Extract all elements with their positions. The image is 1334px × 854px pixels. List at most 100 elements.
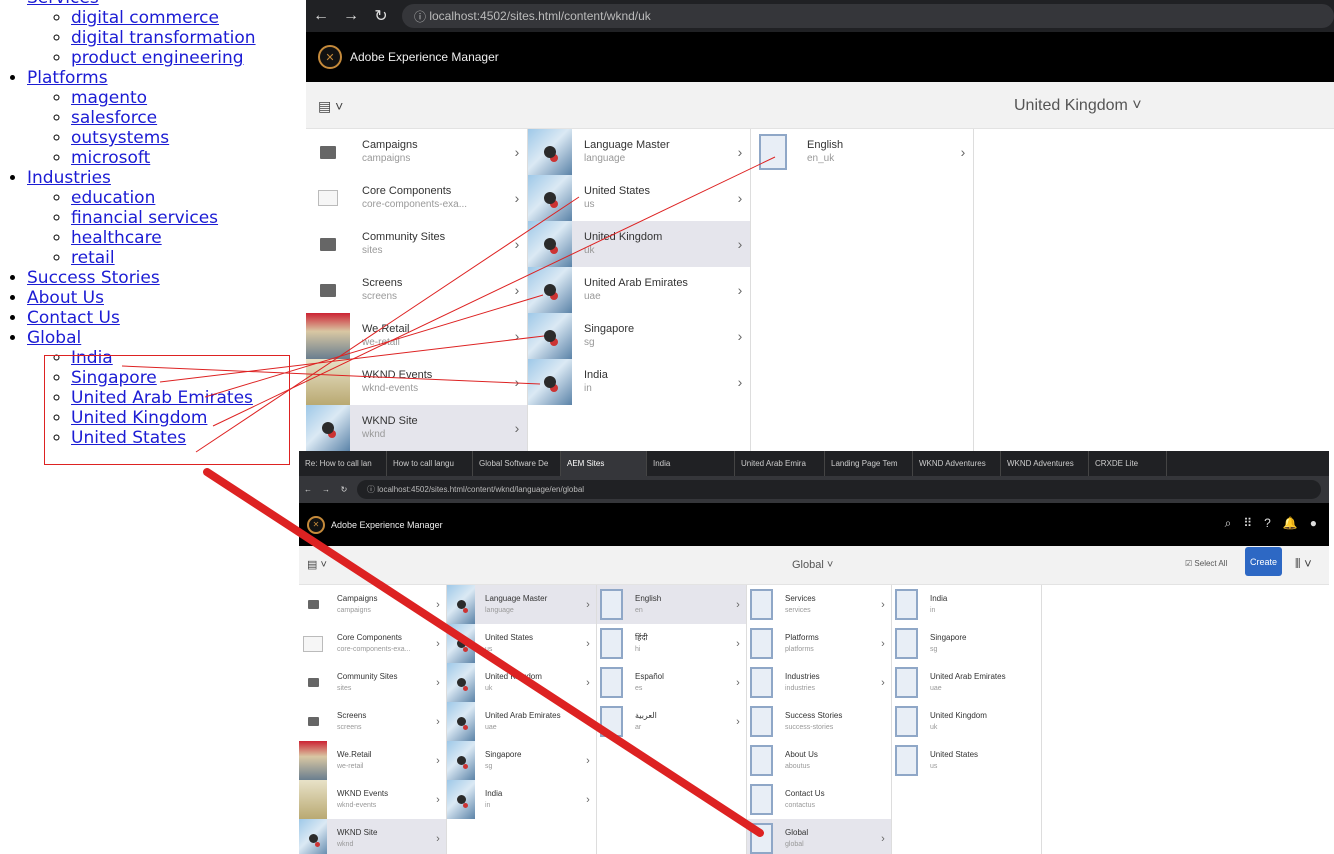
chevron-right-icon[interactable]: › bbox=[507, 144, 527, 160]
chevron-right-icon[interactable]: › bbox=[730, 144, 750, 160]
chevron-right-icon[interactable]: › bbox=[507, 190, 527, 206]
nav-link[interactable]: Services bbox=[27, 0, 99, 8]
nav-sublink[interactable]: digital commerce bbox=[71, 8, 219, 28]
column-item[interactable]: Language Master language › bbox=[447, 585, 596, 624]
column-item[interactable]: العربية ar › bbox=[597, 702, 746, 741]
column-item[interactable]: हिंदी hi › bbox=[597, 624, 746, 663]
column-item[interactable]: Campaigns campaigns › bbox=[306, 129, 527, 175]
chevron-right-icon[interactable]: › bbox=[730, 328, 750, 344]
nav-sublink[interactable]: healthcare bbox=[71, 228, 162, 248]
chevron-right-icon[interactable]: › bbox=[875, 638, 891, 650]
column-item[interactable]: We.Retail we-retail › bbox=[299, 741, 446, 780]
chevron-right-icon[interactable]: › bbox=[430, 716, 446, 728]
column-item[interactable]: Campaigns campaigns › bbox=[299, 585, 446, 624]
chevron-right-icon[interactable]: › bbox=[953, 144, 973, 160]
chevron-right-icon[interactable]: › bbox=[430, 638, 446, 650]
column-item[interactable]: WKND Site wknd › bbox=[306, 405, 527, 451]
chevron-right-icon[interactable]: › bbox=[730, 374, 750, 390]
back-icon[interactable]: ← bbox=[299, 485, 317, 494]
nav-sublink[interactable]: retail bbox=[71, 248, 115, 268]
nav-link[interactable]: Industries bbox=[27, 168, 111, 188]
rail-toggle-icon[interactable]: ▤ ˅ bbox=[318, 98, 343, 115]
column-item[interactable]: Singapore sg bbox=[892, 624, 1041, 663]
column-item[interactable]: Language Master language › bbox=[528, 129, 750, 175]
chevron-right-icon[interactable]: › bbox=[580, 599, 596, 611]
solutions-icon[interactable]: ⠿ bbox=[1243, 516, 1252, 531]
column-item[interactable]: India in bbox=[892, 585, 1041, 624]
column-item[interactable]: United States us › bbox=[447, 624, 596, 663]
chevron-right-icon[interactable]: › bbox=[507, 420, 527, 436]
nav-link[interactable]: About Us bbox=[27, 288, 104, 308]
column-item[interactable]: Core Components core-components-exa... › bbox=[306, 175, 527, 221]
nav-sublink[interactable]: outsystems bbox=[71, 128, 169, 148]
chevron-right-icon[interactable]: › bbox=[430, 677, 446, 689]
column-item[interactable]: Screens screens › bbox=[306, 267, 527, 313]
forward-icon[interactable]: → bbox=[336, 7, 366, 25]
chevron-right-icon[interactable]: › bbox=[875, 599, 891, 611]
nav-link[interactable]: Platforms bbox=[27, 68, 108, 88]
chevron-right-icon[interactable]: › bbox=[507, 374, 527, 390]
chevron-right-icon[interactable]: › bbox=[507, 282, 527, 298]
chevron-right-icon[interactable]: › bbox=[430, 794, 446, 806]
column-item[interactable]: United Kingdom uk › bbox=[528, 221, 750, 267]
column-item[interactable]: Español es › bbox=[597, 663, 746, 702]
chevron-right-icon[interactable]: › bbox=[730, 236, 750, 252]
chevron-right-icon[interactable]: › bbox=[430, 755, 446, 767]
column-item[interactable]: United Arab Emirates uae › bbox=[528, 267, 750, 313]
nav-sublink[interactable]: digital transformation bbox=[71, 28, 256, 48]
chevron-right-icon[interactable]: › bbox=[580, 638, 596, 650]
column-item[interactable]: WKND Site wknd › bbox=[299, 819, 446, 854]
chevron-right-icon[interactable]: › bbox=[580, 677, 596, 689]
browser-tab[interactable]: AEM Sites bbox=[561, 451, 647, 476]
column-item[interactable]: WKND Events wknd-events › bbox=[299, 780, 446, 819]
column-item[interactable]: English en_uk › bbox=[751, 129, 973, 175]
nav-sublink[interactable]: magento bbox=[71, 88, 147, 108]
chevron-right-icon[interactable]: › bbox=[730, 599, 746, 611]
browser-tab[interactable]: Landing Page Tem bbox=[825, 451, 913, 476]
chevron-right-icon[interactable]: › bbox=[580, 716, 596, 728]
column-item[interactable]: Community Sites sites › bbox=[299, 663, 446, 702]
chevron-right-icon[interactable]: › bbox=[580, 794, 596, 806]
browser-tab[interactable]: WKND Adventures bbox=[913, 451, 1001, 476]
column-item[interactable]: Contact Us contactus bbox=[747, 780, 891, 819]
select-all-button[interactable]: ☑ Select All bbox=[1185, 559, 1227, 568]
nav-link[interactable]: Success Stories bbox=[27, 268, 160, 288]
nav-sublink[interactable]: product engineering bbox=[71, 48, 244, 68]
column-item[interactable]: Community Sites sites › bbox=[306, 221, 527, 267]
help-icon[interactable]: ? bbox=[1264, 516, 1271, 531]
chevron-right-icon[interactable]: › bbox=[430, 833, 446, 845]
browser-tab[interactable]: How to call langu bbox=[387, 451, 473, 476]
nav-sublink[interactable]: financial services bbox=[71, 208, 218, 228]
reload-icon[interactable]: ↻ bbox=[335, 485, 353, 494]
nav-sublink[interactable]: microsoft bbox=[71, 148, 150, 168]
nav-sublink[interactable]: salesforce bbox=[71, 108, 157, 128]
browser-tab[interactable]: WKND Adventures bbox=[1001, 451, 1089, 476]
column-item[interactable]: United States us › bbox=[528, 175, 750, 221]
chevron-right-icon[interactable]: › bbox=[580, 755, 596, 767]
column-item[interactable]: Screens screens › bbox=[299, 702, 446, 741]
chevron-right-icon[interactable]: › bbox=[730, 716, 746, 728]
column-item[interactable]: India in › bbox=[528, 359, 750, 405]
create-button[interactable]: Create bbox=[1245, 547, 1282, 576]
column-item[interactable]: Singapore sg › bbox=[447, 741, 596, 780]
column-item[interactable]: United Arab Emirates uae bbox=[892, 663, 1041, 702]
chevron-right-icon[interactable]: › bbox=[507, 236, 527, 252]
chevron-right-icon[interactable]: › bbox=[730, 638, 746, 650]
column-item[interactable]: About Us aboutus bbox=[747, 741, 891, 780]
forward-icon[interactable]: → bbox=[317, 485, 335, 494]
column-item[interactable]: India in › bbox=[447, 780, 596, 819]
back-icon[interactable]: ← bbox=[306, 7, 336, 25]
column-item[interactable]: Platforms platforms › bbox=[747, 624, 891, 663]
column-item[interactable]: United Arab Emirates uae › bbox=[447, 702, 596, 741]
column-item[interactable]: United States us bbox=[892, 741, 1041, 780]
browser-tab[interactable]: Global Software De bbox=[473, 451, 561, 476]
chevron-right-icon[interactable]: › bbox=[875, 833, 891, 845]
url-input[interactable]: ⓘ localhost:4502/sites.html/content/wknd… bbox=[357, 480, 1321, 499]
search-icon[interactable]: ⌕ bbox=[1225, 516, 1232, 531]
reload-icon[interactable]: ↻ bbox=[366, 6, 396, 26]
column-item[interactable]: Industries industries › bbox=[747, 663, 891, 702]
user-avatar-icon[interactable]: ● bbox=[1310, 516, 1317, 531]
column-item[interactable]: English en › bbox=[597, 585, 746, 624]
column-item[interactable]: Singapore sg › bbox=[528, 313, 750, 359]
column-item[interactable]: Success Stories success-stories bbox=[747, 702, 891, 741]
